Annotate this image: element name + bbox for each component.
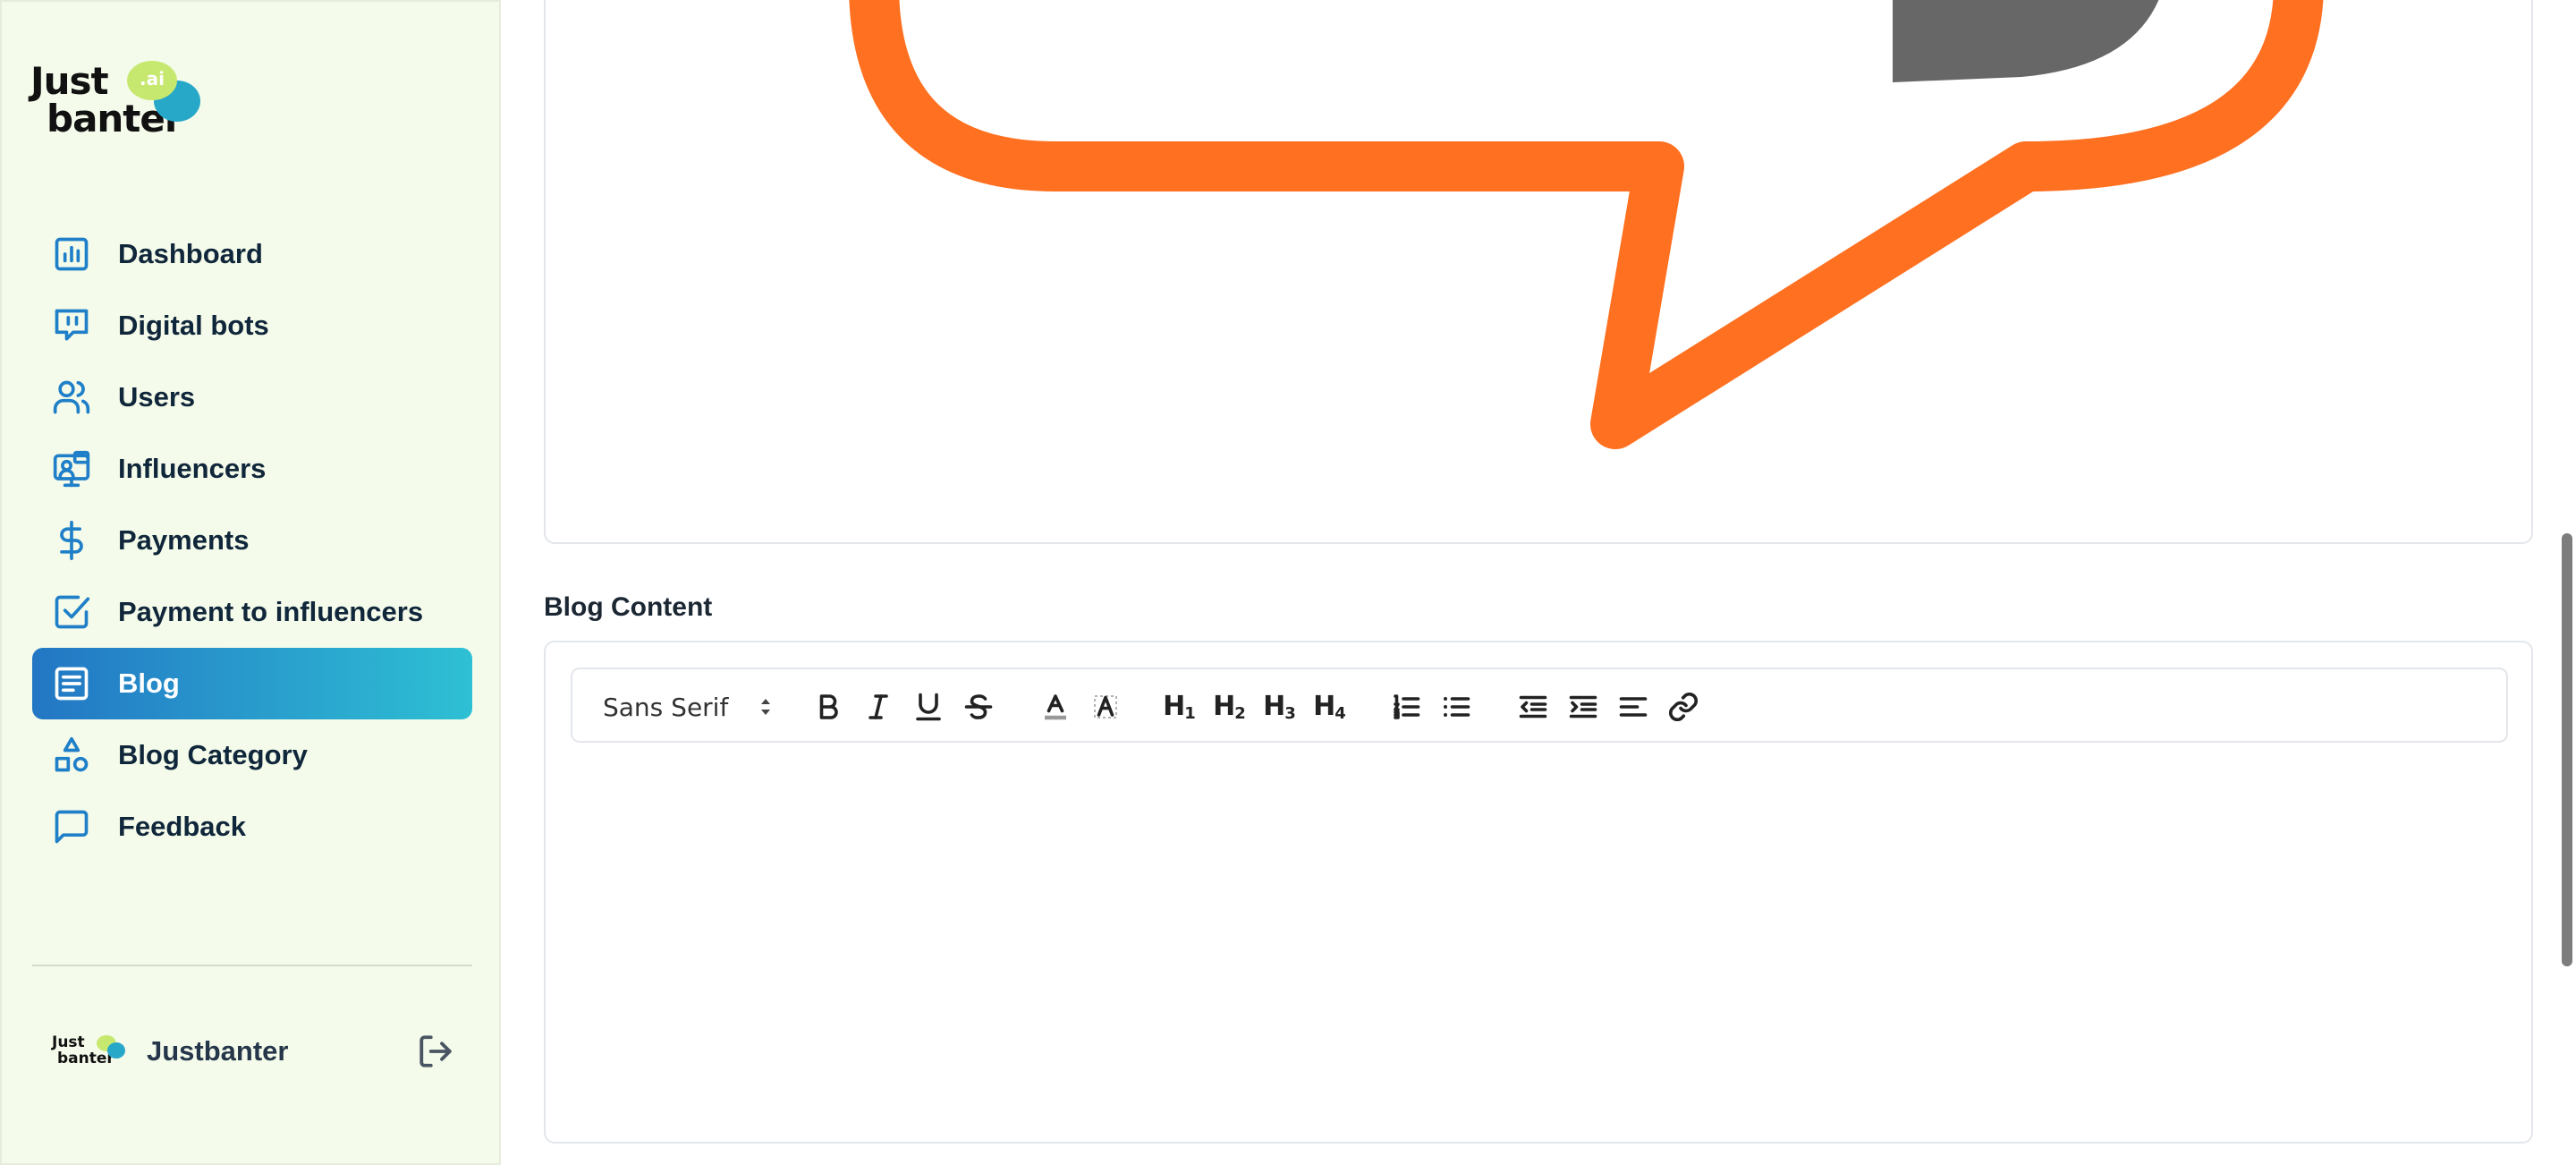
sidebar-item-digital-bots[interactable]: Digital bots bbox=[32, 290, 472, 361]
strikethrough-icon bbox=[964, 694, 993, 719]
sidebar-item-label: Blog bbox=[118, 668, 180, 699]
link-icon bbox=[1668, 692, 1699, 722]
main-content: Blog Content Sans Serif H1 H2 H3 H4 bbox=[501, 0, 2558, 1165]
sidebar-item-blog[interactable]: Blog bbox=[32, 648, 472, 719]
avatar-bubble-blue bbox=[107, 1042, 125, 1059]
align-button[interactable] bbox=[1614, 687, 1653, 727]
heading-1-button[interactable]: H1 bbox=[1159, 687, 1199, 727]
strike-button[interactable] bbox=[959, 687, 998, 727]
scrollbar-thumb[interactable] bbox=[2562, 533, 2572, 966]
bar-chart-icon bbox=[50, 233, 93, 276]
italic-icon bbox=[869, 694, 888, 719]
sidebar-item-feedback[interactable]: Feedback bbox=[32, 791, 472, 863]
heading-3-button[interactable]: H3 bbox=[1259, 687, 1299, 727]
indent-button[interactable] bbox=[1563, 687, 1603, 727]
profile-name: Justbanter bbox=[147, 1035, 289, 1067]
font-family-value: Sans Serif bbox=[603, 692, 729, 722]
select-arrows-icon bbox=[761, 699, 770, 715]
bold-icon bbox=[819, 694, 838, 719]
sidebar-item-label: Payment to influencers bbox=[118, 596, 424, 627]
message-square-icon bbox=[50, 805, 93, 848]
speech-bubble-glyph bbox=[1893, 0, 2159, 82]
sidebar-nav: Dashboard Digital bots Users Influencers bbox=[32, 218, 472, 863]
check-square-icon bbox=[50, 591, 93, 634]
editor-text-area[interactable] bbox=[571, 759, 2508, 1117]
logout-icon[interactable] bbox=[417, 1033, 454, 1070]
h3-icon: H3 bbox=[1263, 691, 1296, 723]
sidebar-item-label: Influencers bbox=[118, 453, 267, 484]
shapes-icon bbox=[50, 734, 93, 777]
underline-button[interactable] bbox=[909, 687, 948, 727]
h2-icon: H2 bbox=[1213, 691, 1246, 723]
blog-image-preview[interactable] bbox=[544, 0, 2533, 544]
brand-logo[interactable]: Just banter .ai bbox=[30, 59, 200, 140]
sidebar-item-dashboard[interactable]: Dashboard bbox=[32, 218, 472, 290]
indent-icon bbox=[1569, 695, 1597, 719]
font-family-select[interactable]: Sans Serif bbox=[603, 687, 773, 727]
sidebar-item-users[interactable]: Users bbox=[32, 361, 472, 433]
app-root: Just banter .ai Dashboard Digital bots U… bbox=[0, 0, 2576, 1165]
sidebar-item-label: Feedback bbox=[118, 811, 247, 842]
bullet-list-button[interactable] bbox=[1436, 687, 1476, 727]
outdent-icon bbox=[1519, 695, 1547, 719]
sidebar-item-influencers[interactable]: Influencers bbox=[32, 433, 472, 505]
sidebar-item-label: Digital bots bbox=[118, 310, 269, 341]
heading-2-button[interactable]: H2 bbox=[1209, 687, 1249, 727]
ordered-list-icon bbox=[1394, 694, 1420, 719]
blog-content-title: Blog Content bbox=[544, 592, 713, 622]
avatar-word-just: Just bbox=[52, 1033, 85, 1051]
sidebar-item-label: Users bbox=[118, 381, 196, 412]
sidebar-item-label: Blog Category bbox=[118, 739, 308, 770]
logo-word-just: Just bbox=[30, 59, 109, 103]
editor-toolbar: Sans Serif H1 H2 H3 H4 bbox=[571, 668, 2508, 743]
outdent-button[interactable] bbox=[1513, 687, 1553, 727]
chat-bubble-icon bbox=[50, 304, 93, 347]
background-color-icon bbox=[1094, 695, 1117, 719]
link-button[interactable] bbox=[1664, 687, 1703, 727]
dollar-icon bbox=[50, 519, 93, 562]
sidebar-item-payment-to-influencers[interactable]: Payment to influencers bbox=[32, 576, 472, 648]
profile-section: Just banter Justbanter bbox=[52, 1031, 454, 1072]
speech-bubble-logo-image bbox=[849, 0, 2324, 449]
users-icon bbox=[50, 376, 93, 419]
text-color-icon bbox=[1045, 694, 1066, 720]
document-icon bbox=[50, 662, 93, 705]
rich-text-editor: Sans Serif H1 H2 H3 H4 bbox=[544, 641, 2533, 1144]
sidebar-item-blog-category[interactable]: Blog Category bbox=[32, 719, 472, 791]
bullet-list-icon bbox=[1444, 697, 1470, 717]
avatar-word-banter: banter bbox=[57, 1050, 114, 1067]
ordered-list-button[interactable] bbox=[1386, 687, 1426, 727]
sidebar-item-label: Payments bbox=[118, 524, 250, 556]
italic-button[interactable] bbox=[859, 687, 898, 727]
presenter-icon bbox=[50, 447, 93, 490]
sidebar: Just banter .ai Dashboard Digital bots U… bbox=[0, 0, 501, 1165]
background-color-button[interactable] bbox=[1086, 687, 1125, 727]
bold-button[interactable] bbox=[809, 687, 848, 727]
page-scrollbar[interactable] bbox=[2558, 0, 2576, 1165]
heading-4-button[interactable]: H4 bbox=[1309, 687, 1349, 727]
h1-icon: H1 bbox=[1163, 691, 1196, 723]
sidebar-item-payments[interactable]: Payments bbox=[32, 505, 472, 576]
underline-icon bbox=[916, 693, 941, 721]
sidebar-item-label: Dashboard bbox=[118, 238, 263, 269]
logo-bubble-ai: .ai bbox=[127, 61, 177, 100]
sidebar-divider bbox=[32, 965, 472, 966]
avatar[interactable]: Just banter bbox=[52, 1032, 127, 1071]
h4-icon: H4 bbox=[1313, 691, 1346, 723]
align-left-icon bbox=[1619, 697, 1648, 717]
text-color-button[interactable] bbox=[1036, 687, 1075, 727]
